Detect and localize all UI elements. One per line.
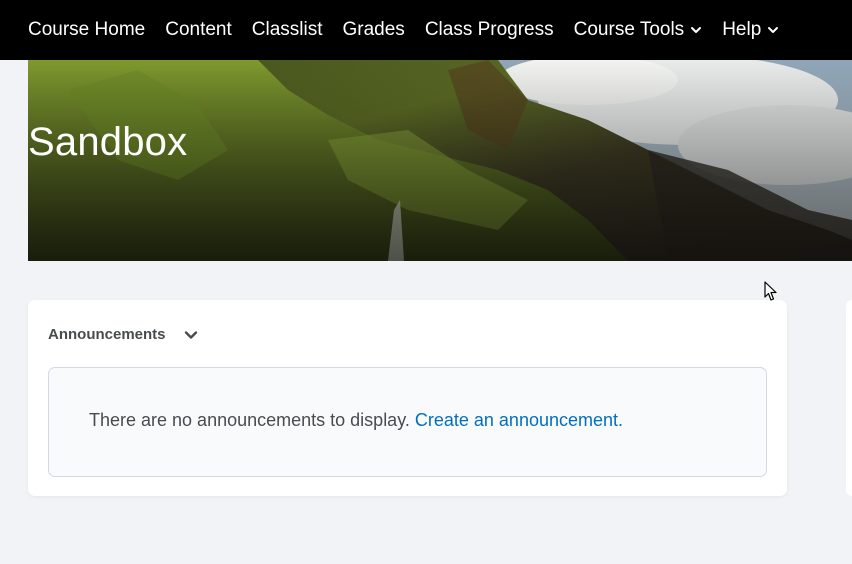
- nav-grades[interactable]: Grades: [343, 19, 405, 41]
- nav-grades-label: Grades: [342, 19, 405, 40]
- announcements-header: Announcements: [48, 326, 198, 343]
- nav-course-home[interactable]: Course Home: [28, 19, 145, 41]
- adjacent-widget-edge: [846, 300, 852, 496]
- nav-classlist[interactable]: Classlist: [252, 19, 323, 41]
- nav-course-home-label: Course Home: [28, 19, 146, 40]
- announcements-heading: Announcements: [48, 326, 166, 343]
- nav-content[interactable]: Content: [165, 19, 232, 41]
- chevron-down-icon: [691, 27, 702, 33]
- course-title: Sandbox: [28, 120, 188, 164]
- mouse-pointer-icon: [764, 281, 777, 301]
- nav-class-progress-label: Class Progress: [424, 19, 554, 40]
- nav-course-tools[interactable]: Course Tools: [574, 19, 703, 41]
- nav-content-label: Content: [165, 19, 232, 40]
- chevron-down-icon: [768, 27, 779, 33]
- announcements-empty-state: There are no announcements to display. C…: [48, 367, 767, 477]
- create-announcement-link[interactable]: Create an announcement.: [415, 410, 623, 430]
- empty-message: There are no announcements to display.: [89, 410, 415, 430]
- nav-course-tools-label: Course Tools: [573, 19, 685, 40]
- top-navigation-bar: Course Home Content Classlist Grades Cla…: [0, 0, 852, 60]
- nav-help[interactable]: Help: [722, 19, 779, 41]
- nav-class-progress[interactable]: Class Progress: [425, 19, 554, 41]
- nav-help-label: Help: [722, 19, 762, 40]
- announcements-widget: Announcements There are no announcements…: [28, 300, 787, 496]
- empty-state-text: There are no announcements to display. C…: [89, 410, 623, 431]
- chevron-down-icon[interactable]: [184, 328, 198, 342]
- nav-classlist-label: Classlist: [251, 19, 323, 40]
